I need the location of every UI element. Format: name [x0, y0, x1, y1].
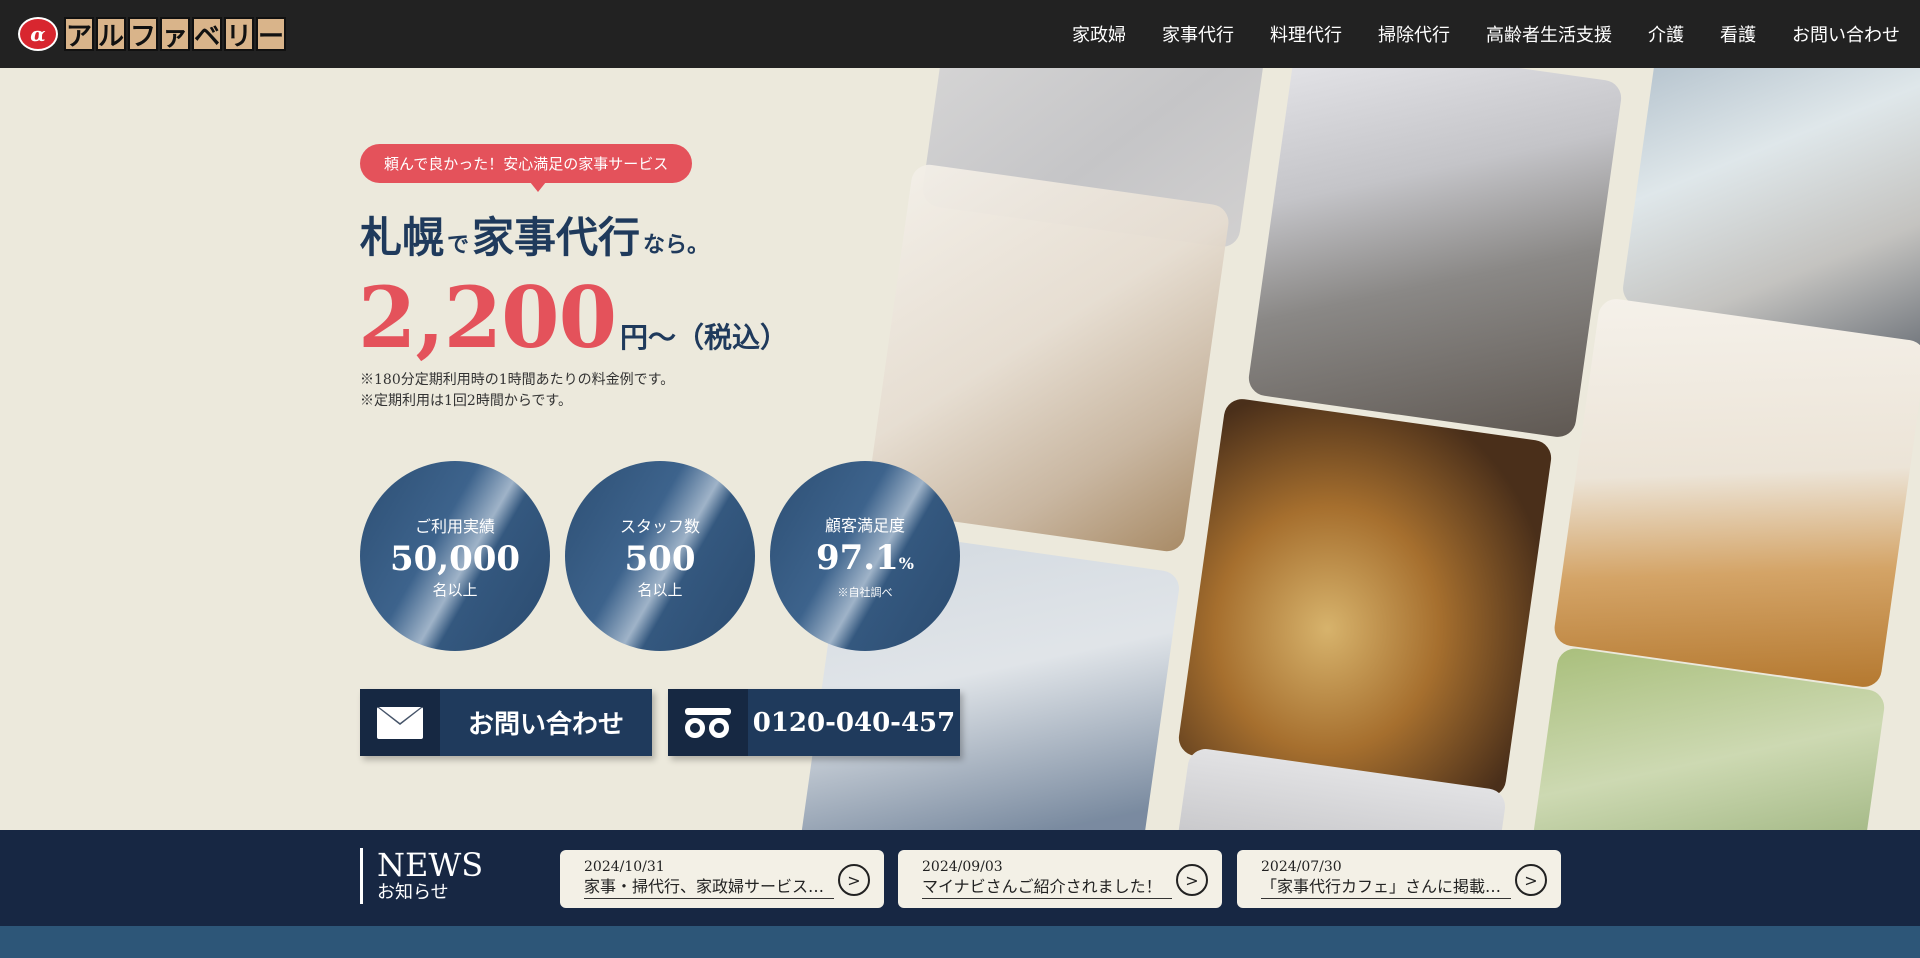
logo-char: ア: [64, 17, 94, 52]
news-item[interactable]: 2024/09/03 マイナビさんご紹介されました！ >: [898, 850, 1222, 908]
price-value: 2,200: [358, 268, 617, 367]
logo-char: ベ: [192, 17, 222, 52]
nav-item-contact[interactable]: お問い合わせ: [1792, 21, 1900, 47]
hero-headline: 札幌 で 家事代行 なら。: [360, 204, 712, 265]
nav-item-housework[interactable]: 家事代行: [1162, 21, 1234, 47]
headline-service: 家事代行: [472, 213, 641, 262]
stat-label: スタッフ数: [619, 516, 700, 536]
news-heading: NEWS お知らせ: [360, 848, 483, 904]
logo-char: ル: [96, 17, 126, 52]
headline-particle: で: [447, 232, 470, 258]
news-text: 「家事代行カフェ」さんに掲載さ…: [1261, 876, 1511, 899]
price-display: 2,200 円〜（税込）: [358, 268, 788, 367]
arrow-right-icon[interactable]: >: [1515, 864, 1547, 896]
nav-item-cleaning[interactable]: 掃除代行: [1378, 21, 1450, 47]
stat-satisfaction: 顧客満足度 97.1% ※自社調べ: [770, 461, 960, 651]
stat-sub: ※自社調べ: [837, 586, 893, 599]
stat-sub: 名以上: [637, 580, 683, 599]
news-section: NEWS お知らせ 2024/10/31 家事・掃代行、家政婦サービス… > 2…: [0, 830, 1920, 926]
news-text: マイナビさんご紹介されました！: [922, 876, 1172, 899]
news-title-en: NEWS: [377, 846, 484, 884]
nav-item-housekeeper[interactable]: 家政婦: [1072, 21, 1126, 47]
logo-text: ア ル フ ァ ベ リ ー: [64, 17, 286, 52]
headline-city: 札幌: [360, 213, 445, 262]
site-header: α ア ル フ ァ ベ リ ー 家政婦 家事代行 料理代行 掃除代行 高齢者生活…: [0, 0, 1920, 68]
price-note: ※180分定期利用時の1時間あたりの料金例です。: [360, 372, 675, 388]
photo-tile-living-room: [1246, 68, 1624, 440]
logo-char: フ: [128, 17, 158, 52]
photo-tile-cleaning-tools: [1552, 296, 1920, 690]
stat-value: 50,000: [389, 538, 521, 579]
logo-char: ァ: [160, 17, 190, 52]
logo-char: ー: [256, 17, 286, 52]
stat-usage: ご利用実績 50,000 名以上: [360, 461, 550, 651]
logo-char: リ: [224, 17, 254, 52]
news-date: 2024/10/31: [584, 859, 665, 875]
arrow-right-icon[interactable]: >: [838, 864, 870, 896]
tagline-badge: 頼んで良かった！安心満足の家事サービス: [360, 144, 693, 192]
news-date: 2024/09/03: [922, 859, 1003, 875]
nav-item-elderly-support[interactable]: 高齢者生活支援: [1486, 21, 1612, 47]
stat-sub: 名以上: [432, 580, 478, 599]
photo-tile-quiche: [1176, 396, 1554, 800]
phone-number: 0120-040-457: [752, 707, 956, 738]
arrow-right-icon[interactable]: >: [1176, 864, 1208, 896]
phone-button[interactable]: 0120-040-457: [668, 689, 960, 756]
news-item[interactable]: 2024/07/30 「家事代行カフェ」さんに掲載さ… >: [1237, 850, 1561, 908]
contact-button[interactable]: お問い合わせ: [360, 689, 652, 756]
news-text: 家事・掃代行、家政婦サービス…: [584, 876, 834, 899]
stat-staff: スタッフ数 500 名以上: [565, 461, 755, 651]
nav-item-cooking[interactable]: 料理代行: [1270, 21, 1342, 47]
free-dial-icon: [668, 689, 748, 756]
mail-icon: [360, 689, 440, 756]
logo[interactable]: α ア ル フ ァ ベ リ ー: [18, 17, 286, 52]
news-date: 2024/07/30: [1261, 859, 1342, 875]
price-unit: 円〜（税込）: [620, 321, 789, 354]
price-note: ※定期利用は1回2時間からです。: [360, 393, 572, 409]
news-title-ja: お知らせ: [377, 882, 449, 903]
stat-label: 顧客満足度: [824, 516, 905, 535]
bottom-band: [0, 926, 1920, 958]
price-notes: ※180分定期利用時の1時間あたりの料金例です。 ※定期利用は1回2時間からです…: [360, 370, 674, 412]
contact-button-label: お問い合わせ: [467, 710, 624, 740]
hero-section: 頼んで良かった！安心満足の家事サービス 札幌 で 家事代行 なら。 2,200 …: [0, 68, 1920, 830]
stat-label: ご利用実績: [414, 516, 495, 536]
nav-item-care[interactable]: 介護: [1648, 21, 1684, 47]
news-item[interactable]: 2024/10/31 家事・掃代行、家政婦サービス… >: [560, 850, 884, 908]
main-nav: 家政婦 家事代行 料理代行 掃除代行 高齢者生活支援 介護 看護 お問い合わせ: [1072, 21, 1900, 47]
stat-value: 500: [624, 538, 696, 579]
nav-item-nursing[interactable]: 看護: [1720, 21, 1756, 47]
stat-value: 97.1%: [815, 538, 914, 578]
logo-mark-icon: α: [18, 17, 58, 51]
headline-suffix: なら。: [643, 232, 710, 258]
